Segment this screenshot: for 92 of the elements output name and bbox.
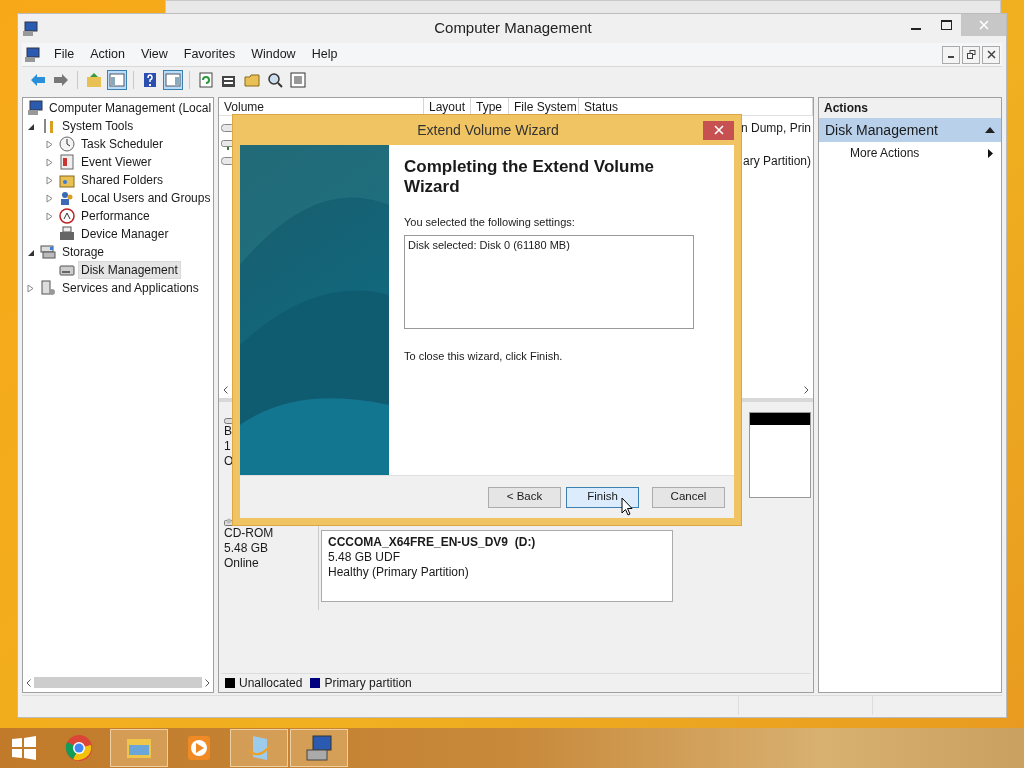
- restore-icon: [966, 50, 976, 59]
- expand-arrow[interactable]: [46, 157, 54, 167]
- services-icon: [40, 280, 56, 296]
- disk-info-text: 5.48 GB: [224, 541, 270, 556]
- computer-icon: [22, 20, 38, 37]
- close-icon: [978, 20, 989, 30]
- window-title: Computer Management: [433, 18, 593, 39]
- legend-label: Unallocated: [239, 674, 303, 692]
- close-icon: [986, 50, 996, 59]
- dialog-button[interactable]: Cancel: [652, 486, 725, 508]
- close-button[interactable]: [703, 120, 734, 140]
- settings-label: You selected the following settings:: [404, 215, 576, 230]
- expand-arrow[interactable]: [46, 193, 54, 203]
- settings-icon: [290, 72, 306, 88]
- partition-name: CCCOMA_X64FRE_EN-US_DV9 (D:): [328, 535, 537, 550]
- forward-icon: [53, 72, 69, 88]
- actions-header: Actions: [819, 98, 1001, 118]
- tree-item[interactable]: Storage: [59, 243, 108, 261]
- action-item[interactable]: More Actions: [819, 142, 1001, 164]
- tree-item[interactable]: Services and Applications: [59, 279, 202, 297]
- scroll-right-icon: [804, 385, 809, 394]
- printer-icon: [59, 226, 75, 242]
- minimize-icon: [911, 27, 921, 30]
- browser-icon: [64, 733, 94, 763]
- partition-block[interactable]: [749, 412, 811, 498]
- tree-item[interactable]: Local Users and Groups: [78, 189, 213, 207]
- windows-logo-icon: [9, 733, 39, 763]
- close-icon: [713, 125, 724, 135]
- closing-text: To close this wizard, click Finish.: [404, 348, 564, 364]
- clock-icon: [59, 136, 75, 152]
- menu-item[interactable]: Action: [82, 45, 133, 64]
- actions-section-header[interactable]: Disk Management: [819, 118, 1001, 142]
- folder-icon: [244, 72, 260, 88]
- settings-line: Disk selected: Disk 0 (61180 MB): [408, 237, 571, 253]
- expand-arrow[interactable]: [46, 211, 54, 221]
- taskbar-button[interactable]: [290, 729, 348, 767]
- table-cell-text: n Dump, Prin: [740, 120, 811, 138]
- menu-item[interactable]: File: [46, 45, 83, 64]
- menu-item[interactable]: Favorites: [175, 45, 244, 64]
- minimize-button[interactable]: [942, 45, 960, 64]
- disk-info-text: B: [224, 424, 233, 439]
- tree-item[interactable]: System Tools: [59, 117, 137, 135]
- tree-item[interactable]: Computer Management (Local: [46, 98, 213, 118]
- disk-info-text: CD-ROM: [224, 526, 275, 541]
- partition-detail: Healthy (Primary Partition): [328, 565, 470, 580]
- disk-info-text: 1: [224, 439, 232, 454]
- shared-folder-icon: [59, 172, 75, 188]
- maximize-icon: [940, 20, 952, 30]
- submenu-arrow-icon: [988, 148, 993, 158]
- disk-drive-icon: [59, 262, 75, 278]
- storage-icon: [40, 244, 56, 260]
- tree-item[interactable]: Disk Management: [78, 261, 181, 279]
- search-icon: [267, 72, 283, 88]
- computer-icon: [27, 100, 43, 116]
- tree-item[interactable]: Shared Folders: [78, 171, 167, 189]
- log-icon: [59, 154, 75, 170]
- expand-arrow[interactable]: [27, 283, 35, 293]
- expand-arrow[interactable]: [46, 139, 54, 149]
- action-pane-icon: [165, 72, 181, 88]
- wizard-heading: Completing the Extend Volume Wizard: [404, 157, 655, 197]
- menu-item[interactable]: Window: [243, 45, 304, 64]
- dialog-title: Extend Volume Wizard: [416, 120, 560, 140]
- tree-item[interactable]: Device Manager: [78, 225, 172, 243]
- restore-button[interactable]: [962, 45, 980, 64]
- partition-detail: 5.48 GB UDF: [328, 550, 402, 565]
- partition-block[interactable]: CCCOMA_X64FRE_EN-US_DV9 (D:) 5.48 GB UDF Healthy (Primary Partition): [321, 530, 673, 602]
- computer-icon: [304, 733, 334, 763]
- computer-icon: [24, 46, 40, 63]
- gauge-icon: [59, 208, 75, 224]
- scroll-left-icon: [223, 385, 228, 394]
- menu-item[interactable]: Help: [303, 45, 346, 64]
- tree-item[interactable]: Event Viewer: [78, 153, 155, 171]
- tree-pane-icon: [109, 72, 125, 88]
- table-cell-text: ary Partition): [742, 153, 811, 171]
- scroll-right-icon: [205, 678, 210, 687]
- help-icon: [142, 72, 158, 88]
- menu-item[interactable]: View: [132, 45, 176, 64]
- close-button[interactable]: [982, 45, 1000, 64]
- dialog-button[interactable]: Finish: [566, 486, 639, 508]
- refresh-icon: [198, 72, 214, 88]
- tree-item[interactable]: Task Scheduler: [78, 135, 167, 153]
- users-icon: [59, 190, 75, 206]
- tree-item[interactable]: Performance: [78, 207, 153, 225]
- collapse-icon: [985, 127, 995, 133]
- scroll-left-icon: [26, 678, 31, 687]
- folder-up-icon: [86, 72, 102, 88]
- expand-arrow[interactable]: [46, 175, 54, 185]
- legend-label: Primary partition: [324, 674, 412, 692]
- disk-info-text: Online: [224, 556, 260, 571]
- dialog-button[interactable]: < Back: [488, 486, 561, 508]
- mouse-pointer-icon: [621, 497, 633, 516]
- back-icon: [30, 72, 46, 88]
